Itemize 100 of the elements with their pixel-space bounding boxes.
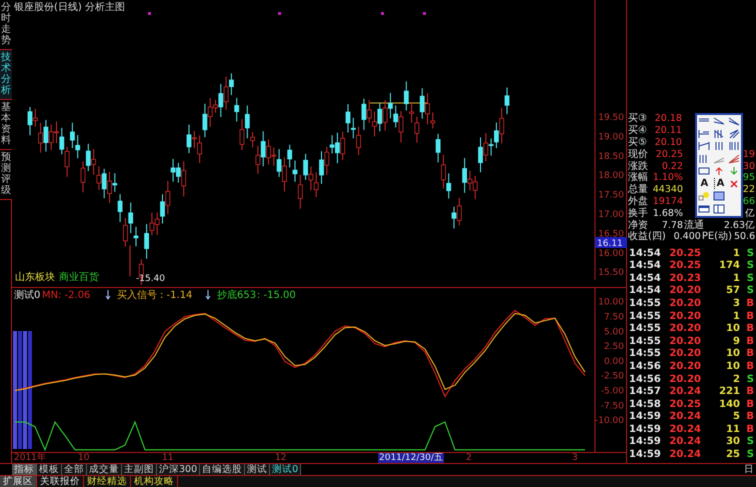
window-icon[interactable] <box>698 204 710 214</box>
bottom-tab[interactable]: 扩展区 <box>0 476 37 487</box>
window-icon[interactable] <box>712 204 725 214</box>
quote-label: 收益(四) <box>628 231 666 242</box>
y-axis-label: 2.50 <box>604 342 624 352</box>
tick-time: 14:55 <box>629 323 662 334</box>
tick-volume: 10 <box>725 323 741 334</box>
y-axis-label: 18.00 <box>598 171 624 182</box>
down-arrow-icon <box>206 290 210 300</box>
quote-value: 亿 <box>745 208 755 219</box>
down-arrow-icon[interactable] <box>728 166 740 176</box>
quote-label: 净资 <box>628 220 648 231</box>
quote-value: 19 <box>742 148 755 160</box>
tick-side: S <box>746 285 754 296</box>
tick-side: B <box>745 360 754 372</box>
quote-label: 买④ <box>628 125 647 136</box>
fan-lines-icon[interactable] <box>728 128 740 139</box>
series-name: MN <box>42 290 58 301</box>
quote-value: 1.10% <box>652 172 683 184</box>
quote-value: 30 <box>742 160 755 172</box>
line-tool-icon[interactable] <box>698 128 710 139</box>
y-axis-label: -5.00 <box>600 386 624 397</box>
y-axis-label: 17.00 <box>598 210 624 220</box>
y-axis-label: 7.50 <box>604 312 624 322</box>
y-axis-label: 17.50 <box>598 190 624 201</box>
channel-icon[interactable] <box>712 116 725 126</box>
delete-icon[interactable] <box>728 178 739 189</box>
quote-label: 外盘 <box>628 196 648 207</box>
tick-time: 14:59 <box>629 436 662 448</box>
tick-volume: 11 <box>725 424 741 435</box>
side-tab[interactable]: 分时走势 <box>0 0 12 50</box>
tick-volume: 10 <box>725 360 741 372</box>
tick-price: 20.20 <box>668 323 701 334</box>
quote-label: 现价 <box>628 148 648 160</box>
tick-volume: 9 <box>732 336 741 347</box>
chart-tab[interactable]: 测试 <box>245 464 270 475</box>
tick-time: 14:55 <box>629 310 662 322</box>
text-tool[interactable]: A <box>700 178 708 190</box>
y-axis-label: -2.50 <box>600 372 624 382</box>
chart-tab[interactable]: 成交量 <box>87 464 122 475</box>
bottom-tab[interactable]: 机构攻略 <box>131 476 178 487</box>
chart-tab[interactable]: 主副图 <box>122 464 157 475</box>
cursor-date-label: 2011/12/30/五 <box>378 453 444 463</box>
parallel-lines-icon[interactable] <box>712 128 725 139</box>
quote-value: 0.400 <box>672 231 701 242</box>
tick-side: B <box>745 411 754 422</box>
channel-icon[interactable] <box>728 116 740 126</box>
tick-volume: 1 <box>732 272 741 284</box>
tick-side: B <box>745 424 754 435</box>
vertical-lines-icon[interactable] <box>712 141 725 152</box>
tick-time: 14:55 <box>629 336 662 347</box>
quote-label: 买③ <box>628 113 647 124</box>
signal-marker <box>278 12 281 15</box>
side-tab[interactable]: 基本资料 <box>0 100 12 150</box>
text-tool[interactable]: A <box>714 178 724 190</box>
rectangle-icon[interactable] <box>698 166 710 176</box>
vertical-lines-icon[interactable] <box>728 141 740 152</box>
tick-time: 14:59 <box>629 424 662 435</box>
line-tool-icon[interactable] <box>698 141 710 152</box>
bottom-tab[interactable]: 财经精选 <box>84 476 131 487</box>
signal-marker <box>423 12 426 15</box>
tick-side: B <box>745 336 754 347</box>
series-name: 买入信号 <box>117 290 157 301</box>
image-icon[interactable] <box>712 191 725 202</box>
chart-tab[interactable]: 测试0 <box>270 464 302 475</box>
chart-title: 银座股份(日线) 分析主图 <box>14 0 125 14</box>
quote-value: 20.11 <box>654 125 682 136</box>
quote-label: 买⑤ <box>628 136 647 148</box>
tick-side: B <box>745 323 754 334</box>
fan-lines-icon[interactable] <box>728 154 740 164</box>
tick-time: 14:56 <box>629 374 662 384</box>
chart-tab[interactable]: 模板 <box>37 464 62 475</box>
tick-time: 14:59 <box>629 449 662 460</box>
chart-tab[interactable]: 指标 <box>12 464 37 475</box>
side-tab[interactable]: 预测评级 <box>0 150 12 200</box>
tick-volume: 2 <box>732 374 741 384</box>
date-axis-label: 12 <box>275 453 286 463</box>
tick-side: B <box>745 310 754 322</box>
tick-price: 20.20 <box>668 336 701 347</box>
tick-volume: 3 <box>732 298 741 309</box>
chart-tab[interactable]: 沪深300 <box>157 464 200 475</box>
tick-price: 20.20 <box>668 360 701 372</box>
tick-side: S <box>746 272 754 284</box>
chart-tab[interactable]: 自编选股 <box>200 464 246 475</box>
y-axis-label: 15.50 <box>598 268 624 278</box>
tick-price: 20.24 <box>668 436 701 448</box>
bottom-tab[interactable]: 关联报价 <box>37 476 84 487</box>
tick-price: 20.24 <box>668 386 701 398</box>
series-reading: : -1.14 <box>160 290 192 301</box>
side-tab[interactable]: 技术分析 <box>0 50 12 100</box>
tick-side: S <box>746 260 754 272</box>
tick-time: 14:57 <box>629 386 662 398</box>
tick-price: 20.24 <box>668 411 701 422</box>
tick-time: 14:58 <box>629 398 662 410</box>
tick-time: 14:54 <box>629 260 662 272</box>
quote-value: 1.68% <box>652 208 683 219</box>
y-axis-label: 18.50 <box>598 152 624 162</box>
tick-price: 20.25 <box>668 260 701 272</box>
chart-tab[interactable]: 全部 <box>62 464 87 475</box>
tick-side: B <box>745 298 754 309</box>
